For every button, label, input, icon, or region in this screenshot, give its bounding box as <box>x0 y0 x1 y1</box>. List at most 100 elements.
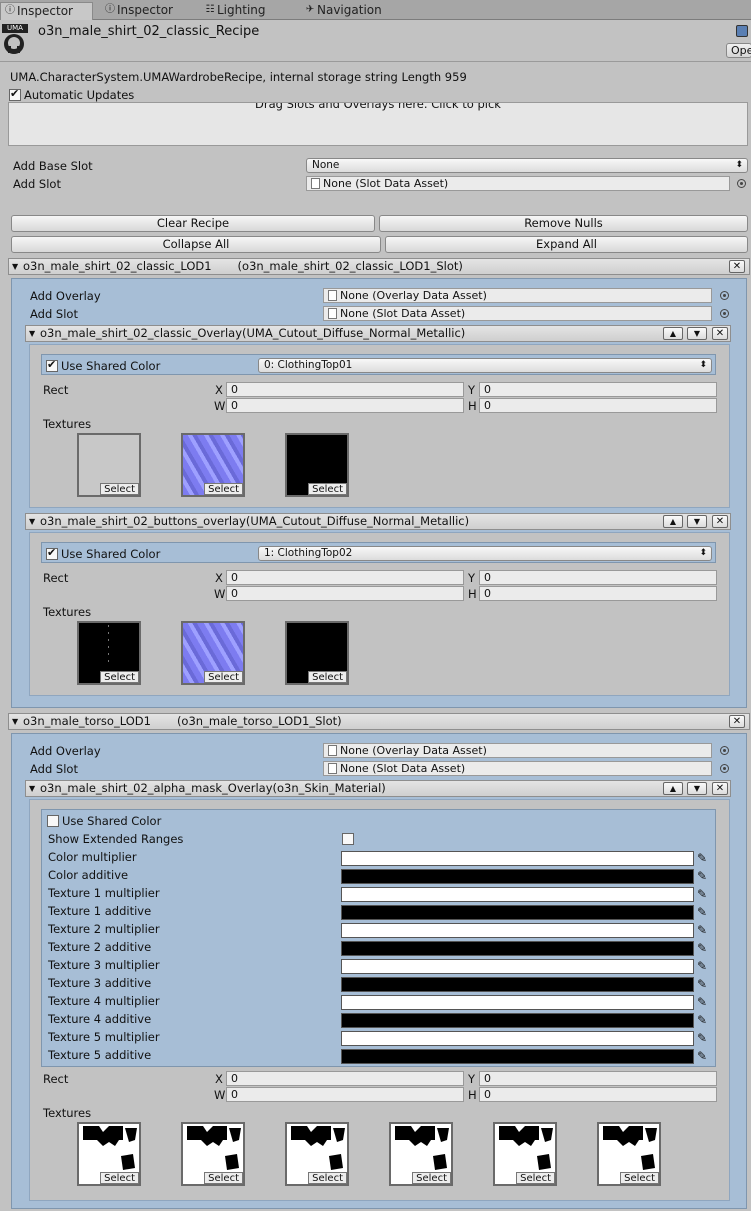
automatic-updates-checkbox[interactable] <box>9 87 21 101</box>
normal-map-thumbnail[interactable]: Select <box>181 621 245 685</box>
clear-recipe-button[interactable]: Clear Recipe <box>11 215 375 232</box>
select-button[interactable]: Select <box>204 671 243 683</box>
color-swatch-field[interactable] <box>341 959 694 974</box>
color-swatch-field[interactable] <box>341 869 694 884</box>
object-picker-icon[interactable] <box>737 179 746 188</box>
use-shared-color-checkbox[interactable] <box>46 358 58 372</box>
select-button[interactable]: Select <box>516 1172 555 1184</box>
select-button[interactable]: Select <box>204 483 243 495</box>
shared-color-dropdown[interactable]: 0: ClothingTop01 <box>258 358 712 373</box>
select-button[interactable]: Select <box>100 1172 139 1184</box>
use-shared-color-toggle[interactable]: Use Shared Color <box>46 358 160 373</box>
overlay-header[interactable]: ▼ o3n_male_shirt_02_classic_Overlay(UMA_C… <box>25 325 731 342</box>
mask-texture-thumbnail[interactable]: Select <box>597 1122 661 1186</box>
eyedropper-icon[interactable]: ✎ <box>697 923 711 937</box>
tab-lighting[interactable]: ☷ Lighting <box>201 2 291 20</box>
mask-texture-thumbnail[interactable]: Select <box>181 1122 245 1186</box>
rect-w-field[interactable]: 0 <box>226 586 464 601</box>
select-button[interactable]: Select <box>412 1172 451 1184</box>
collapse-all-button[interactable]: Collapse All <box>11 236 381 253</box>
select-button[interactable]: Select <box>100 671 139 683</box>
mask-texture-thumbnail[interactable]: Select <box>77 1122 141 1186</box>
normal-map-thumbnail[interactable]: Select <box>181 433 245 497</box>
tab-navigation[interactable]: ✈ Navigation <box>301 2 411 20</box>
add-slot-field[interactable]: None (Slot Data Asset) <box>306 176 730 191</box>
color-swatch-field[interactable] <box>341 905 694 920</box>
eyedropper-icon[interactable]: ✎ <box>697 1049 711 1063</box>
remove-slot-button[interactable]: ✕ <box>729 715 745 728</box>
object-picker-icon[interactable] <box>720 746 729 755</box>
rect-y-field[interactable]: 0 <box>479 570 717 585</box>
use-shared-color-toggle[interactable]: Use Shared Color <box>46 546 160 561</box>
overlay-header[interactable]: ▼ o3n_male_shirt_02_buttons_overlay(UMA_C… <box>25 513 731 530</box>
color-swatch-field[interactable] <box>341 1013 694 1028</box>
show-extended-ranges-checkbox[interactable] <box>342 833 354 845</box>
eyedropper-icon[interactable]: ✎ <box>697 977 711 991</box>
color-swatch-field[interactable] <box>341 995 694 1010</box>
rect-h-field[interactable]: 0 <box>479 1087 717 1102</box>
add-overlay-field[interactable]: None (Overlay Data Asset) <box>323 743 712 758</box>
shared-color-dropdown[interactable]: 1: ClothingTop02 <box>258 546 712 561</box>
move-up-button[interactable]: ▲ <box>663 327 683 340</box>
remove-overlay-button[interactable]: ✕ <box>712 782 728 795</box>
mask-texture-thumbnail[interactable]: Select <box>285 1122 349 1186</box>
automatic-updates-toggle[interactable]: Automatic Updates <box>9 87 134 102</box>
texture-thumbnail[interactable]: Select <box>77 433 141 497</box>
rect-y-field[interactable]: 0 <box>479 1071 717 1086</box>
eyedropper-icon[interactable]: ✎ <box>697 1031 711 1045</box>
select-button[interactable]: Select <box>308 671 347 683</box>
rect-h-field[interactable]: 0 <box>479 586 717 601</box>
eyedropper-icon[interactable]: ✎ <box>697 869 711 883</box>
object-picker-icon[interactable] <box>720 764 729 773</box>
drop-area[interactable]: Drag Slots and Overlays here. Click to p… <box>8 102 748 146</box>
texture-thumbnail[interactable]: Select <box>77 621 141 685</box>
use-shared-color-checkbox[interactable] <box>47 815 59 827</box>
remove-slot-button[interactable]: ✕ <box>729 260 745 273</box>
eyedropper-icon[interactable]: ✎ <box>697 887 711 901</box>
move-down-button[interactable]: ▼ <box>687 782 707 795</box>
remove-overlay-button[interactable]: ✕ <box>712 327 728 340</box>
open-button[interactable]: Open <box>726 43 751 58</box>
rect-x-field[interactable]: 0 <box>226 382 464 397</box>
color-swatch-field[interactable] <box>341 1049 694 1064</box>
color-swatch-field[interactable] <box>341 923 694 938</box>
rect-x-field[interactable]: 0 <box>226 1071 464 1086</box>
remove-nulls-button[interactable]: Remove Nulls <box>379 215 748 232</box>
eyedropper-icon[interactable]: ✎ <box>697 905 711 919</box>
mask-texture-thumbnail[interactable]: Select <box>389 1122 453 1186</box>
rect-y-field[interactable]: 0 <box>479 382 717 397</box>
eyedropper-icon[interactable]: ✎ <box>697 959 711 973</box>
color-swatch-field[interactable] <box>341 941 694 956</box>
add-base-slot-dropdown[interactable]: None <box>306 158 748 173</box>
select-button[interactable]: Select <box>620 1172 659 1184</box>
rect-w-field[interactable]: 0 <box>226 1087 464 1102</box>
mask-texture-thumbnail[interactable]: Select <box>493 1122 557 1186</box>
select-button[interactable]: Select <box>308 483 347 495</box>
eyedropper-icon[interactable]: ✎ <box>697 1013 711 1027</box>
object-picker-icon[interactable] <box>720 309 729 318</box>
rect-x-field[interactable]: 0 <box>226 570 464 585</box>
texture-thumbnail[interactable]: Select <box>285 433 349 497</box>
eyedropper-icon[interactable]: ✎ <box>697 851 711 865</box>
move-up-button[interactable]: ▲ <box>663 782 683 795</box>
color-swatch-field[interactable] <box>341 977 694 992</box>
texture-thumbnail[interactable]: Select <box>285 621 349 685</box>
select-button[interactable]: Select <box>204 1172 243 1184</box>
move-down-button[interactable]: ▼ <box>687 515 707 528</box>
tab-inspector-2[interactable]: ⓘ Inspector <box>101 2 191 20</box>
use-shared-color-toggle[interactable]: Use Shared Color <box>47 814 161 828</box>
move-down-button[interactable]: ▼ <box>687 327 707 340</box>
select-button[interactable]: Select <box>308 1172 347 1184</box>
eyedropper-icon[interactable]: ✎ <box>697 995 711 1009</box>
tab-inspector-1[interactable]: ⓘ Inspector <box>0 2 93 20</box>
slot-header[interactable]: ▼ o3n_male_shirt_02_classic_LOD1 (o3n_mal… <box>8 258 750 275</box>
help-book-icon[interactable] <box>736 25 748 37</box>
rect-w-field[interactable]: 0 <box>226 398 464 413</box>
move-up-button[interactable]: ▲ <box>663 515 683 528</box>
add-overlay-field[interactable]: None (Overlay Data Asset) <box>323 288 712 303</box>
object-picker-icon[interactable] <box>720 291 729 300</box>
rect-h-field[interactable]: 0 <box>479 398 717 413</box>
add-slot-field[interactable]: None (Slot Data Asset) <box>323 306 712 321</box>
color-swatch-field[interactable] <box>341 1031 694 1046</box>
overlay-header[interactable]: ▼ o3n_male_shirt_02_alpha_mask_Overlay(o3… <box>25 780 731 797</box>
